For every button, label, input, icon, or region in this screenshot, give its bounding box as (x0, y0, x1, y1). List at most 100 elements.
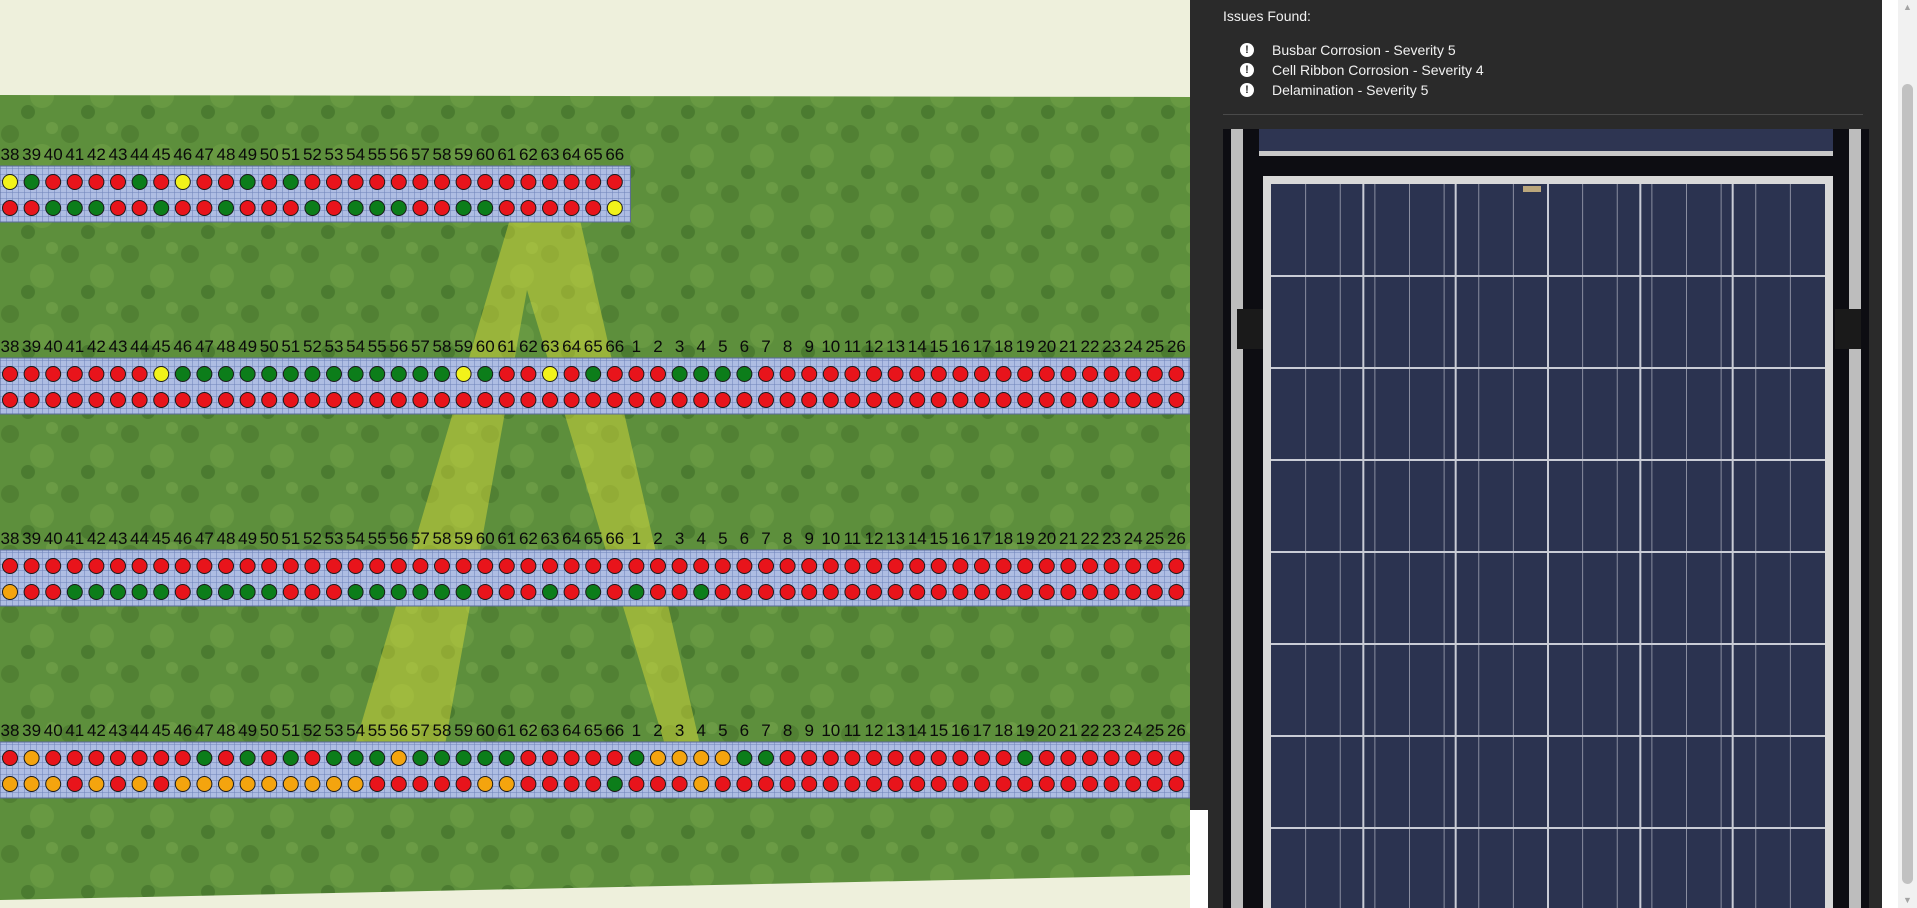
panel-status-marker[interactable] (930, 366, 947, 382)
panel-status-marker[interactable] (347, 174, 364, 190)
panel-status-marker[interactable] (542, 584, 558, 600)
panel-status-marker[interactable] (542, 392, 558, 408)
panel-status-marker[interactable] (1038, 776, 1055, 792)
panel-status-marker[interactable] (261, 750, 278, 766)
panel-status-marker[interactable] (477, 366, 494, 382)
panel-status-marker[interactable] (498, 584, 515, 600)
panel-status-marker[interactable] (498, 366, 515, 382)
panel-status-marker[interactable] (1146, 558, 1163, 574)
panel-status-marker[interactable] (628, 584, 645, 600)
panel-status-marker[interactable] (347, 584, 364, 600)
panel-status-marker[interactable] (304, 366, 321, 382)
panel-status-marker[interactable] (887, 584, 904, 600)
panel-status-marker[interactable] (952, 558, 969, 574)
panel-status-marker[interactable] (174, 200, 191, 216)
panel-status-marker[interactable] (758, 392, 774, 408)
panel-status-marker[interactable] (563, 174, 580, 190)
panel-status-marker[interactable] (261, 174, 278, 190)
panel-status-marker[interactable] (477, 776, 494, 792)
panel-status-marker[interactable] (23, 776, 40, 792)
panel-status-marker[interactable] (714, 776, 731, 792)
panel-status-marker[interactable] (650, 776, 666, 792)
panel-status-marker[interactable] (434, 776, 450, 792)
panel-status-marker[interactable] (153, 366, 170, 382)
panel-status-marker[interactable] (110, 200, 126, 216)
panel-status-marker[interactable] (930, 584, 947, 600)
panel-status-marker[interactable] (347, 392, 364, 408)
panel-status-marker[interactable] (1168, 750, 1185, 766)
panel-status-marker[interactable] (239, 558, 256, 574)
panel-status-marker[interactable] (628, 392, 645, 408)
panel-status-marker[interactable] (606, 558, 623, 574)
panel-status-marker[interactable] (45, 584, 62, 600)
panel-status-marker[interactable] (1125, 584, 1142, 600)
panel-status-marker[interactable] (282, 366, 299, 382)
panel-status-marker[interactable] (1103, 776, 1120, 792)
panel-status-marker[interactable] (671, 584, 688, 600)
panel-status-marker[interactable] (606, 750, 623, 766)
panel-status-marker[interactable] (1168, 584, 1185, 600)
panel-status-marker[interactable] (304, 558, 321, 574)
panel-status-marker[interactable] (66, 558, 83, 574)
panel-status-marker[interactable] (542, 200, 558, 216)
panel-status-marker[interactable] (606, 584, 623, 600)
panel-status-marker[interactable] (304, 776, 321, 792)
panel-status-marker[interactable] (66, 776, 83, 792)
panel-status-marker[interactable] (714, 366, 731, 382)
panel-status-marker[interactable] (196, 558, 213, 574)
panel-status-marker[interactable] (390, 200, 407, 216)
panel-status-marker[interactable] (434, 174, 450, 190)
panel-status-marker[interactable] (1146, 392, 1163, 408)
panel-status-marker[interactable] (1060, 392, 1077, 408)
panel-status-marker[interactable] (714, 584, 731, 600)
panel-status-marker[interactable] (498, 558, 515, 574)
panel-status-marker[interactable] (930, 750, 947, 766)
panel-status-marker[interactable] (1082, 750, 1098, 766)
panel-status-marker[interactable] (455, 174, 472, 190)
panel-status-marker[interactable] (585, 750, 602, 766)
panel-status-marker[interactable] (477, 584, 494, 600)
panel-status-marker[interactable] (866, 392, 882, 408)
panel-status-marker[interactable] (196, 750, 213, 766)
panel-status-marker[interactable] (434, 584, 450, 600)
panel-status-marker[interactable] (693, 392, 710, 408)
panel-status-marker[interactable] (45, 750, 62, 766)
panel-status-marker[interactable] (412, 558, 429, 574)
panel-status-marker[interactable] (822, 558, 839, 574)
panel-status-marker[interactable] (88, 584, 105, 600)
panel-status-marker[interactable] (174, 392, 191, 408)
panel-status-marker[interactable] (952, 776, 969, 792)
panel-status-marker[interactable] (23, 584, 40, 600)
panel-status-marker[interactable] (66, 366, 83, 382)
panel-status-marker[interactable] (542, 174, 558, 190)
panel-status-marker[interactable] (131, 750, 148, 766)
panel-status-marker[interactable] (2, 776, 18, 792)
panel-status-marker[interactable] (650, 392, 666, 408)
panel-status-marker[interactable] (66, 750, 83, 766)
panel-status-marker[interactable] (585, 366, 602, 382)
panel-status-marker[interactable] (563, 584, 580, 600)
panel-status-marker[interactable] (1017, 558, 1034, 574)
panel-status-marker[interactable] (477, 200, 494, 216)
panel-status-marker[interactable] (261, 558, 278, 574)
solar-module-photo[interactable] (1223, 129, 1869, 908)
panel-status-marker[interactable] (153, 776, 170, 792)
panel-status-marker[interactable] (326, 584, 342, 600)
panel-status-marker[interactable] (887, 558, 904, 574)
panel-status-marker[interactable] (369, 392, 386, 408)
panel-status-marker[interactable] (1103, 584, 1120, 600)
panel-status-marker[interactable] (434, 750, 450, 766)
panel-status-marker[interactable] (714, 392, 731, 408)
panel-status-marker[interactable] (347, 776, 364, 792)
panel-status-marker[interactable] (714, 750, 731, 766)
panel-status-marker[interactable] (1017, 584, 1034, 600)
panel-status-marker[interactable] (995, 366, 1012, 382)
panel-status-marker[interactable] (563, 558, 580, 574)
panel-status-marker[interactable] (477, 174, 494, 190)
panel-status-marker[interactable] (909, 558, 926, 574)
panel-status-marker[interactable] (304, 200, 321, 216)
panel-status-marker[interactable] (650, 366, 666, 382)
panel-status-marker[interactable] (909, 584, 926, 600)
panel-status-marker[interactable] (412, 776, 429, 792)
panel-status-marker[interactable] (758, 558, 774, 574)
